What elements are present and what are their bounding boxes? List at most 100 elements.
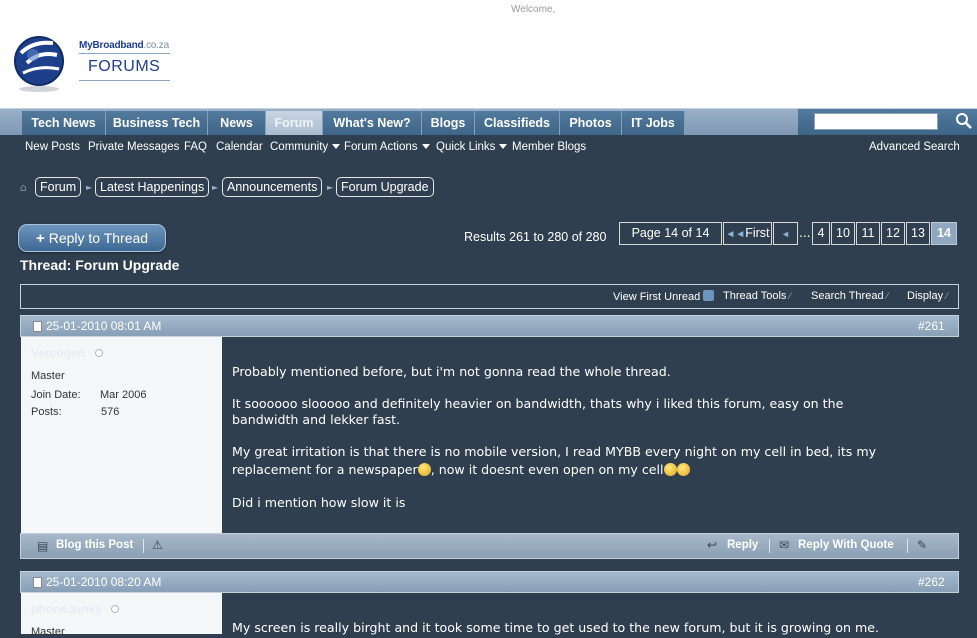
view-first-unread-link[interactable]: View First Unread [613, 290, 715, 303]
offline-status-icon [111, 605, 119, 613]
brand-divider [79, 80, 170, 81]
post-text-line: replacement for a newspaper, now it does… [232, 462, 690, 477]
post-number-link[interactable]: #262 [918, 575, 945, 589]
report-warning-icon[interactable]: ⚠ [152, 538, 163, 552]
breadcrumb-separator-icon: ► [212, 183, 219, 192]
footer-divider [143, 539, 144, 553]
subnav-community[interactable]: Community [270, 141, 341, 153]
page-link[interactable]: 4 [812, 222, 830, 245]
subnav-forum-actions[interactable]: Forum Actions [344, 141, 430, 153]
search-icon[interactable] [955, 112, 973, 130]
tab-business-tech[interactable]: Business Tech [106, 111, 208, 136]
subnav-private-messages[interactable]: Private Messages [88, 141, 179, 153]
user-info-panel [21, 337, 222, 533]
reply-with-quote-button[interactable]: Reply With Quote [798, 539, 894, 551]
page-indicator[interactable]: Page 14 of 14 [619, 222, 722, 245]
search-thread-menu[interactable]: Search Thread ⁄ [811, 290, 888, 302]
page-link[interactable]: 11 [856, 222, 880, 245]
footer-divider [769, 539, 770, 553]
posts-count: 576 [101, 406, 120, 418]
post-text: It soooooo slooooo and definitely heavie… [232, 396, 844, 411]
post-text: My screen is really birght and it took s… [232, 620, 880, 635]
tab-forum[interactable]: Forum [266, 111, 323, 136]
subnav-member-blogs[interactable]: Member Blogs [512, 141, 586, 153]
breadcrumb-latest-happenings[interactable]: Latest Happenings [95, 177, 210, 197]
forums-logo-text[interactable]: FORUMS [88, 58, 160, 76]
tab-photos[interactable]: Photos [560, 111, 622, 136]
tab-whats-new[interactable]: What's New? [323, 111, 422, 136]
page-link[interactable]: 10 [831, 222, 855, 245]
subnav-new-posts[interactable]: New Posts [25, 141, 80, 153]
breadcrumb-forum-upgrade[interactable]: Forum Upgrade [336, 177, 434, 197]
tab-it-jobs[interactable]: IT Jobs [622, 111, 685, 136]
user-title: Master [31, 626, 65, 638]
post-text: bandwidth and lekker fast. [232, 412, 401, 427]
prev-page-button[interactable]: ◄ [773, 222, 798, 245]
username-link[interactable]: phoneJunky [31, 602, 102, 616]
post-document-icon [33, 321, 42, 332]
blog-this-post-link[interactable]: Blog this Post [56, 539, 133, 551]
footer-divider [907, 539, 908, 553]
pagination-ellipsis: ... [799, 226, 811, 240]
breadcrumb-forum[interactable]: Forum [35, 177, 82, 197]
chevron-down-icon [332, 144, 341, 149]
reply-arrow-icon: ↩ [707, 538, 718, 552]
smiley-icon [417, 463, 431, 476]
chevron-down-icon [421, 144, 430, 149]
post-text: Did i mention how slow it is [232, 495, 406, 510]
dropdown-icon: ⁄ [886, 291, 889, 301]
breadcrumb-separator-icon: ► [86, 183, 93, 192]
user-title: Master [31, 370, 65, 382]
subnav-calendar[interactable]: Calendar [216, 141, 263, 153]
advanced-search-link[interactable]: Advanced Search [869, 141, 960, 153]
multi-quote-icon[interactable]: ✎ [917, 538, 927, 552]
blog-icon: ▤ [37, 539, 49, 553]
thread-title: Thread: Forum Upgrade [20, 257, 180, 273]
reply-to-thread-button[interactable]: + Reply to Thread [18, 224, 166, 252]
search-input[interactable] [814, 113, 938, 130]
breadcrumb-announcements[interactable]: Announcements [222, 177, 323, 197]
breadcrumb-separator-icon: ► [327, 183, 334, 192]
display-menu[interactable]: Display ⁄ [907, 290, 948, 302]
brand-divider [79, 53, 170, 54]
page-link[interactable]: 12 [881, 222, 905, 245]
mybroadband-logo-icon[interactable] [13, 33, 67, 93]
join-date-label: Join Date: [31, 389, 81, 401]
username-link[interactable]: Vercogen [31, 346, 85, 360]
results-count: Results 261 to 280 of 280 [464, 230, 607, 244]
sad-smiley-icon [663, 463, 677, 476]
tab-tech-news[interactable]: Tech News [22, 111, 106, 136]
home-icon[interactable]: ⌂ [20, 181, 27, 194]
post-text: My great irritation is that there is no … [232, 444, 877, 459]
subnav-faq[interactable]: FAQ [184, 141, 207, 153]
brand-name[interactable]: MyBroadband.co.za [79, 40, 169, 51]
tab-news[interactable]: News [208, 111, 266, 136]
first-page-button[interactable]: ◄◄First [723, 222, 772, 245]
posts-label: Posts: [31, 406, 62, 418]
tab-classifieds[interactable]: Classifieds [475, 111, 560, 136]
post-date: 25-01-2010 08:20 AM [46, 575, 162, 589]
post-text: Probably mentioned before, but i'm not g… [232, 364, 671, 379]
plus-icon: + [35, 230, 45, 247]
post-document-icon [33, 577, 42, 588]
offline-status-icon [95, 349, 103, 357]
dropdown-icon: ⁄ [789, 291, 791, 301]
current-page: 14 [931, 222, 957, 245]
unread-arrow-icon [703, 290, 715, 301]
welcome-text: Welcome, [511, 4, 556, 15]
dropdown-icon: ⁄ [946, 291, 948, 301]
chevron-down-icon [499, 144, 508, 149]
quote-bubble-icon: ✉ [779, 538, 790, 552]
post-number-link[interactable]: #261 [918, 319, 945, 333]
tab-blogs[interactable]: Blogs [422, 111, 475, 136]
post-date: 25-01-2010 08:01 AM [46, 319, 162, 333]
thread-tools-menu[interactable]: Thread Tools ⁄ [723, 290, 791, 302]
double-chevron-left-icon: ◄◄ [725, 229, 746, 240]
reply-button[interactable]: Reply [727, 539, 758, 551]
sad-smiley-icon [676, 463, 690, 476]
page-link[interactable]: 13 [906, 222, 930, 245]
join-date-value: Mar 2006 [100, 389, 147, 401]
subnav-quick-links[interactable]: Quick Links [436, 141, 508, 153]
chevron-left-icon: ◄ [781, 229, 790, 239]
site-header: Welcome, MyBroadband.co.za FORUMS [0, 0, 977, 108]
